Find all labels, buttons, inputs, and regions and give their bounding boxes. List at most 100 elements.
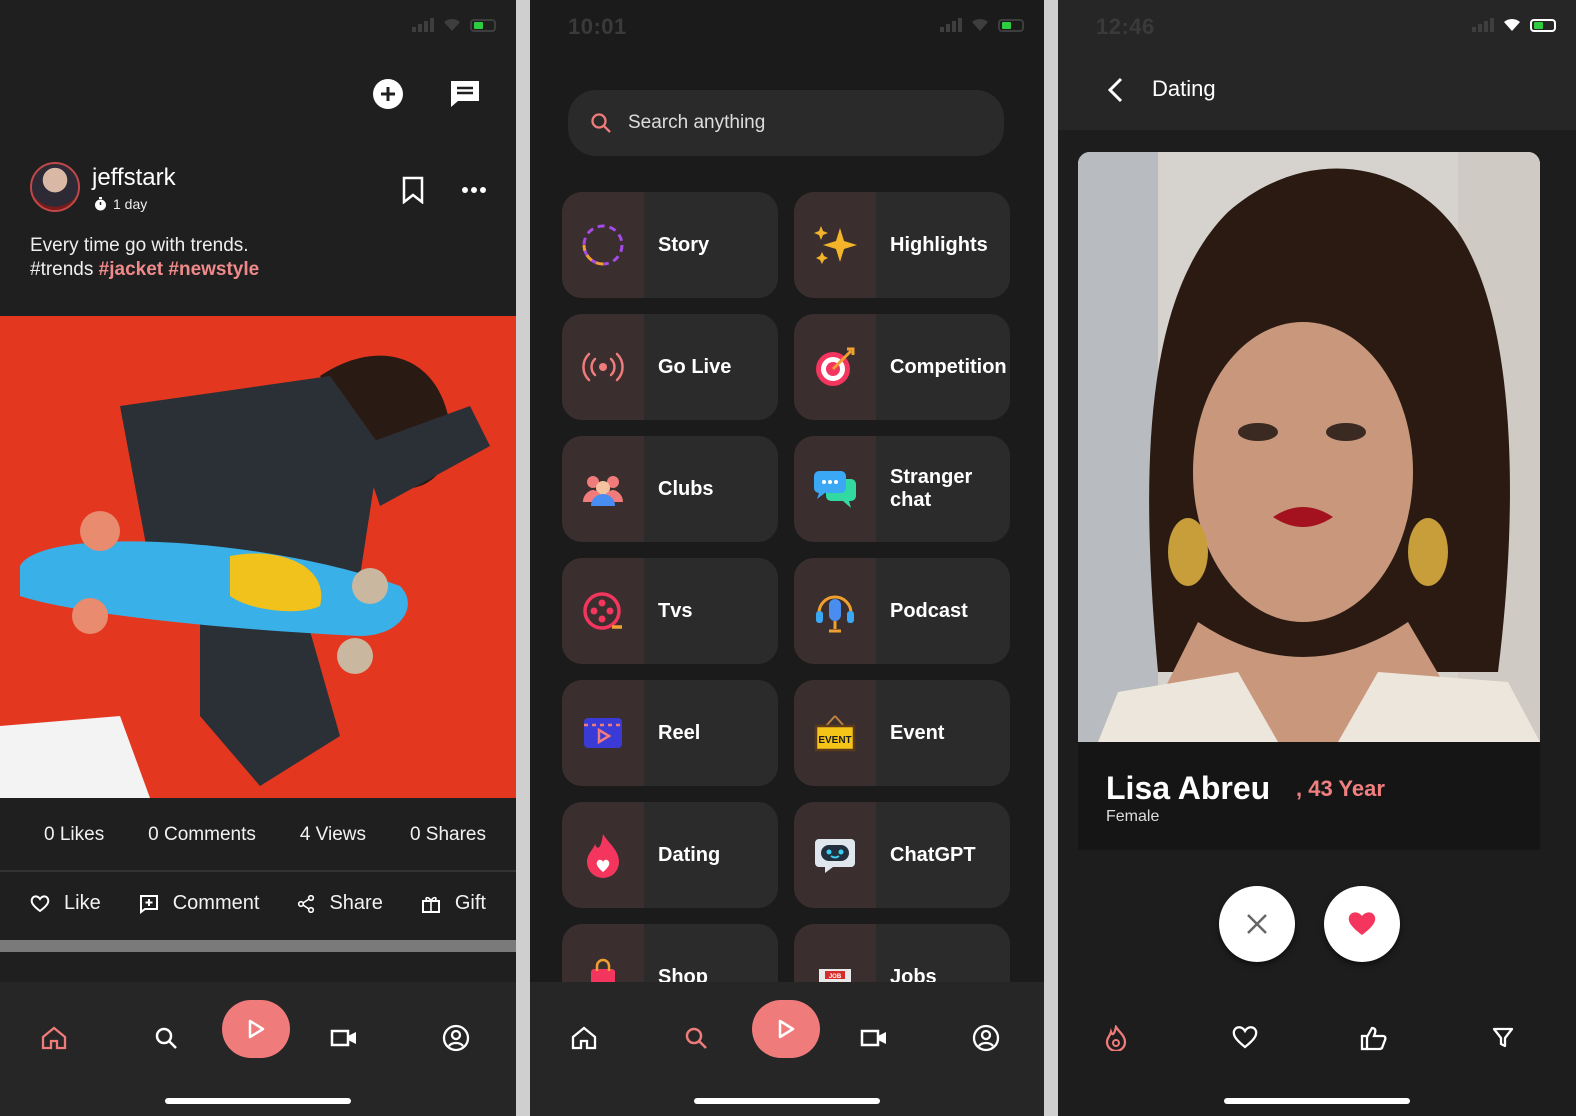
- play-icon: [248, 1019, 265, 1039]
- profile-icon: [972, 1024, 1000, 1052]
- tile-label: Story: [658, 233, 710, 256]
- tile-clubs[interactable]: Clubs: [562, 436, 778, 542]
- tile-label: Dating: [658, 843, 721, 866]
- tile-label: Tvs: [658, 599, 693, 622]
- post-image[interactable]: [0, 316, 516, 798]
- signal-icon: [940, 18, 962, 32]
- views-count: 4 Views: [299, 824, 366, 845]
- comments-count[interactable]: 0 Comments: [148, 824, 256, 846]
- divider: [0, 870, 516, 872]
- profile-gender: Female: [1106, 808, 1160, 825]
- tile-go-live[interactable]: Go Live: [562, 314, 778, 420]
- tile-event[interactable]: EVENT Event: [794, 680, 1010, 786]
- nav-video[interactable]: [842, 1006, 906, 1070]
- tile-reel[interactable]: Reel: [562, 680, 778, 786]
- nav-profile[interactable]: [954, 1006, 1018, 1070]
- tile-story[interactable]: Story: [562, 192, 778, 298]
- heart-outline-icon: [30, 894, 50, 912]
- flame-heart-icon: [587, 834, 619, 878]
- tile-competition[interactable]: Competition: [794, 314, 1010, 420]
- signal-icon: [1472, 18, 1494, 32]
- tile-label: Reel: [658, 721, 701, 744]
- target-icon: [816, 347, 855, 386]
- tile-stranger-chat[interactable]: Stranger chat: [794, 436, 1010, 542]
- home-indicator: [165, 1098, 351, 1104]
- like-button[interactable]: Like: [30, 892, 101, 915]
- header: 12:46 Dating: [1058, 0, 1576, 130]
- nav-home[interactable]: [552, 1006, 616, 1070]
- back-arrow-icon[interactable]: [1106, 76, 1126, 104]
- group-icon: [583, 476, 623, 506]
- nav-profile[interactable]: [424, 1006, 488, 1070]
- wifi-icon: [1504, 18, 1520, 31]
- add-post-icon[interactable]: [372, 78, 404, 110]
- hashtag-highlight[interactable]: #newstyle: [168, 259, 259, 280]
- sparkles-icon: [814, 226, 857, 264]
- nav-video[interactable]: [312, 1006, 376, 1070]
- tile-tvs[interactable]: Tvs: [562, 558, 778, 664]
- status-time: 10:01: [568, 14, 627, 39]
- chat-bubbles-icon: [814, 471, 856, 508]
- bookmark-icon[interactable]: [402, 176, 424, 204]
- search-bar[interactable]: [568, 90, 1004, 156]
- bottom-nav: [530, 982, 1044, 1116]
- nav-discover[interactable]: [1084, 1006, 1148, 1070]
- tile-label: Stranger chat: [890, 466, 973, 511]
- thumbs-up-icon: [1360, 1026, 1387, 1051]
- nav-reels-play[interactable]: [222, 1000, 290, 1058]
- tile-label: ChatGPT: [890, 843, 976, 866]
- search-input[interactable]: [626, 111, 970, 135]
- status-bar: 12:46: [1058, 12, 1576, 42]
- nav-search[interactable]: [664, 1006, 728, 1070]
- nav-matches[interactable]: [1342, 1006, 1406, 1070]
- more-options-icon[interactable]: [462, 187, 486, 193]
- home-icon: [41, 1026, 67, 1050]
- shares-count: 0 Shares: [409, 824, 486, 845]
- share-button[interactable]: Share: [297, 892, 383, 915]
- heart-icon: [1348, 912, 1376, 935]
- tile-highlights[interactable]: Highlights: [794, 192, 1010, 298]
- profile-photo[interactable]: [1078, 152, 1540, 742]
- comment-button[interactable]: Comment: [139, 892, 259, 915]
- tile-label: Clubs: [658, 477, 714, 500]
- nav-filter[interactable]: [1471, 1006, 1535, 1070]
- nav-home[interactable]: [22, 1006, 86, 1070]
- hashtag[interactable]: #trends: [30, 259, 93, 280]
- hashtag-highlight[interactable]: #jacket: [99, 259, 163, 280]
- story-ring-icon: [582, 224, 624, 266]
- nav-search[interactable]: [134, 1006, 198, 1070]
- tile-chatgpt[interactable]: ChatGPT: [794, 802, 1010, 908]
- tile-label: Competition: [890, 355, 1007, 378]
- battery-icon: [470, 18, 496, 32]
- flame-icon: [1105, 1025, 1127, 1051]
- nav-reels-play[interactable]: [752, 1000, 820, 1058]
- dislike-button[interactable]: [1219, 886, 1295, 962]
- likes-count[interactable]: 0 Likes: [44, 824, 104, 846]
- post-stats: 0 Likes 0 Comments 4 Views 0 Shares: [44, 824, 486, 846]
- tile-podcast[interactable]: Podcast: [794, 558, 1010, 664]
- messages-icon[interactable]: [448, 78, 482, 110]
- search-icon: [685, 1027, 707, 1049]
- comment-icon: [139, 894, 158, 914]
- time-ago-text: 1 day: [113, 196, 148, 212]
- share-label: Share: [329, 892, 383, 914]
- like-label: Like: [64, 892, 101, 914]
- post-username[interactable]: jeffstark: [92, 164, 176, 192]
- profile-age: , 43 Year: [1296, 776, 1385, 801]
- battery-icon: [998, 18, 1024, 32]
- nav-liked[interactable]: [1213, 1006, 1277, 1070]
- like-button[interactable]: [1324, 886, 1400, 962]
- svg-text:JOB: JOB: [829, 974, 842, 980]
- avatar[interactable]: [30, 162, 80, 212]
- profile-icon: [442, 1024, 470, 1052]
- profile-info: Lisa Abreu , 43 Year Female: [1078, 742, 1540, 850]
- status-bar: [0, 12, 516, 42]
- tile-dating[interactable]: Dating: [562, 802, 778, 908]
- bottom-nav: [1058, 982, 1576, 1116]
- heart-outline-icon: [1232, 1026, 1258, 1049]
- skateboarder-photo: [0, 316, 516, 798]
- robot-icon: [815, 839, 855, 873]
- page-title: Dating: [1152, 76, 1216, 101]
- video-camera-icon: [860, 1029, 886, 1047]
- gift-button[interactable]: Gift: [421, 892, 486, 915]
